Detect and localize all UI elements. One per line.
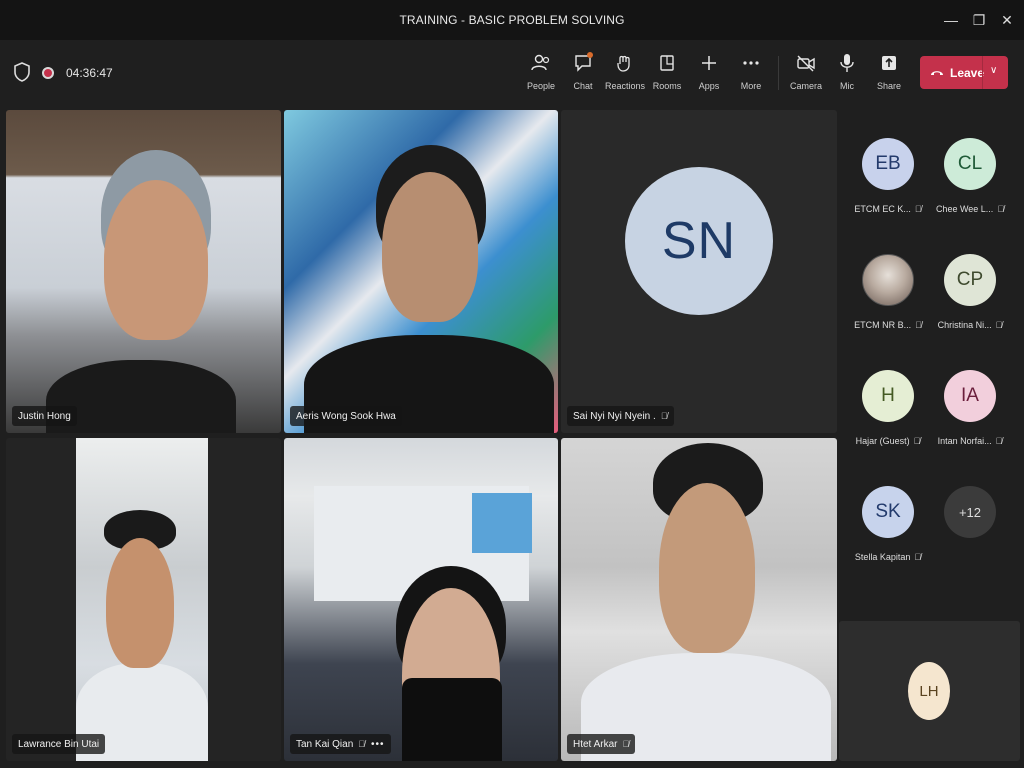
participant-name: Aeris Wong Sook Hwa bbox=[296, 410, 396, 422]
mic-button[interactable]: Mic bbox=[826, 50, 868, 98]
roster-participant[interactable]: ETCM NR B... 🎙̸ bbox=[848, 254, 928, 360]
leave-label: Leave bbox=[950, 65, 985, 80]
roster-participant[interactable]: CL Chee Wee L... 🎙̸ bbox=[930, 138, 1010, 244]
roster-name: Christina Ni... bbox=[937, 320, 992, 330]
roster-name: Chee Wee L... bbox=[935, 204, 994, 214]
participant-name: Justin Hong bbox=[18, 410, 71, 422]
people-button[interactable]: People bbox=[520, 50, 562, 98]
recording-icon bbox=[42, 67, 54, 79]
avatar: CP bbox=[944, 254, 996, 306]
roster-participant[interactable]: SK Stella Kapitan 🎙̸ bbox=[848, 486, 928, 592]
title-bar: TRAINING - BASIC PROBLEM SOLVING — ❐ ✕ bbox=[0, 0, 1024, 40]
meeting-title: TRAINING - BASIC PROBLEM SOLVING bbox=[399, 13, 625, 27]
reactions-button[interactable]: Reactions bbox=[604, 50, 646, 98]
phone-hangup-icon bbox=[931, 70, 943, 75]
rooms-label: Rooms bbox=[652, 81, 682, 91]
toolbar-divider bbox=[778, 56, 779, 90]
avatar: SN bbox=[625, 167, 773, 315]
share-label: Share bbox=[876, 81, 902, 91]
video-tile[interactable]: Lawrance Bin Utai bbox=[6, 438, 281, 761]
camera-off-icon bbox=[793, 50, 819, 76]
more-button[interactable]: More bbox=[730, 50, 772, 98]
participant-name-tag: Aeris Wong Sook Hwa bbox=[290, 406, 402, 426]
video-tile[interactable]: Justin Hong bbox=[6, 110, 281, 433]
camera-label: Camera bbox=[789, 81, 822, 91]
more-options-icon[interactable]: ••• bbox=[371, 739, 385, 750]
chat-button[interactable]: Chat bbox=[562, 50, 604, 98]
mic-off-icon: 🎙̸ bbox=[995, 436, 1003, 446]
mic-off-icon: 🎙̸ bbox=[358, 739, 366, 749]
people-icon bbox=[528, 50, 554, 76]
self-video-tile[interactable]: LH bbox=[839, 621, 1020, 761]
participant-name-tag: Tan Kai Qian 🎙̸ ••• bbox=[290, 734, 391, 754]
meeting-timer: 04:36:47 bbox=[66, 66, 113, 80]
rooms-icon bbox=[654, 50, 680, 76]
roster-participant[interactable]: CP Christina Ni... 🎙̸ bbox=[930, 254, 1010, 360]
mic-off-icon: 🎙̸ bbox=[915, 320, 922, 330]
roster-name: Intan Norfai... bbox=[937, 436, 992, 446]
mic-off-icon: 🎙̸ bbox=[913, 436, 921, 446]
avatar: CL bbox=[944, 138, 996, 190]
avatar: H bbox=[862, 370, 914, 422]
video-tile[interactable]: SN Sai Nyi Nyi Nyein . 🎙̸ bbox=[561, 110, 837, 433]
share-icon bbox=[876, 50, 902, 76]
participant-name-tag: Lawrance Bin Utai bbox=[12, 734, 106, 754]
apps-icon bbox=[696, 50, 722, 76]
mic-off-icon: 🎙̸ bbox=[914, 552, 922, 562]
participant-name-tag: Justin Hong bbox=[12, 406, 77, 426]
roster-name: Stella Kapitan bbox=[854, 552, 911, 562]
close-icon[interactable]: ✕ bbox=[990, 0, 1024, 40]
chat-label: Chat bbox=[573, 81, 593, 91]
chat-icon bbox=[570, 50, 596, 76]
rooms-button[interactable]: Rooms bbox=[646, 50, 688, 98]
reactions-icon bbox=[612, 50, 638, 76]
roster-participant[interactable]: EB ETCM EC K... 🎙̸ bbox=[848, 138, 928, 244]
chat-unread-dot bbox=[587, 52, 593, 58]
apps-button[interactable]: Apps bbox=[688, 50, 730, 98]
participant-video bbox=[76, 438, 208, 761]
participant-name: Sai Nyi Nyi Nyein . bbox=[573, 410, 656, 422]
mic-off-icon: 🎙̸ bbox=[997, 204, 1005, 214]
roster-participant[interactable]: IA Intan Norfai... 🎙̸ bbox=[930, 370, 1010, 476]
roster-name: Hajar (Guest) bbox=[855, 436, 910, 446]
mic-off-icon: 🎙̸ bbox=[914, 204, 922, 214]
participant-name: Lawrance Bin Utai bbox=[18, 738, 100, 750]
apps-label: Apps bbox=[698, 81, 720, 91]
more-label: More bbox=[740, 81, 762, 91]
leave-button[interactable]: Leave ∨ bbox=[920, 56, 1008, 89]
avatar: IA bbox=[944, 370, 996, 422]
meeting-toolbar: 04:36:47 People Chat Reactions Rooms App… bbox=[0, 40, 1024, 106]
mic-off-icon: 🎙̸ bbox=[995, 320, 1003, 330]
video-tile[interactable]: Htet Arkar 🎙̸ bbox=[561, 438, 837, 761]
share-button[interactable]: Share bbox=[868, 50, 910, 98]
video-tile[interactable]: Tan Kai Qian 🎙̸ ••• bbox=[284, 438, 558, 761]
mic-off-icon: 🎙̸ bbox=[622, 739, 630, 749]
participant-name: Tan Kai Qian bbox=[296, 738, 354, 750]
avatar: EB bbox=[862, 138, 914, 190]
roster-name: ETCM NR B... bbox=[854, 320, 912, 330]
participant-name-tag: Htet Arkar 🎙̸ bbox=[567, 734, 636, 754]
more-participants-count: +12 bbox=[944, 486, 996, 538]
more-icon bbox=[738, 50, 764, 76]
people-label: People bbox=[526, 81, 556, 91]
roster-name: ETCM EC K... bbox=[854, 204, 911, 214]
avatar: LH bbox=[908, 662, 950, 720]
reactions-label: Reactions bbox=[604, 81, 646, 91]
mic-off-icon: 🎙̸ bbox=[660, 411, 668, 421]
avatar: SK bbox=[862, 486, 914, 538]
participant-name: Htet Arkar bbox=[573, 738, 618, 750]
avatar-photo bbox=[862, 254, 914, 306]
mic-icon bbox=[834, 50, 860, 76]
participant-name-tag: Sai Nyi Nyi Nyein . 🎙̸ bbox=[567, 406, 674, 426]
camera-button[interactable]: Camera bbox=[785, 50, 827, 98]
video-tile[interactable]: Aeris Wong Sook Hwa bbox=[284, 110, 558, 433]
shield-icon bbox=[14, 62, 30, 82]
roster-participant[interactable]: H Hajar (Guest) 🎙̸ bbox=[848, 370, 928, 476]
mic-label: Mic bbox=[840, 81, 854, 91]
chevron-down-icon[interactable]: ∨ bbox=[990, 65, 997, 76]
face-mask bbox=[402, 678, 502, 761]
more-participants-button[interactable]: +12 bbox=[930, 486, 1010, 592]
